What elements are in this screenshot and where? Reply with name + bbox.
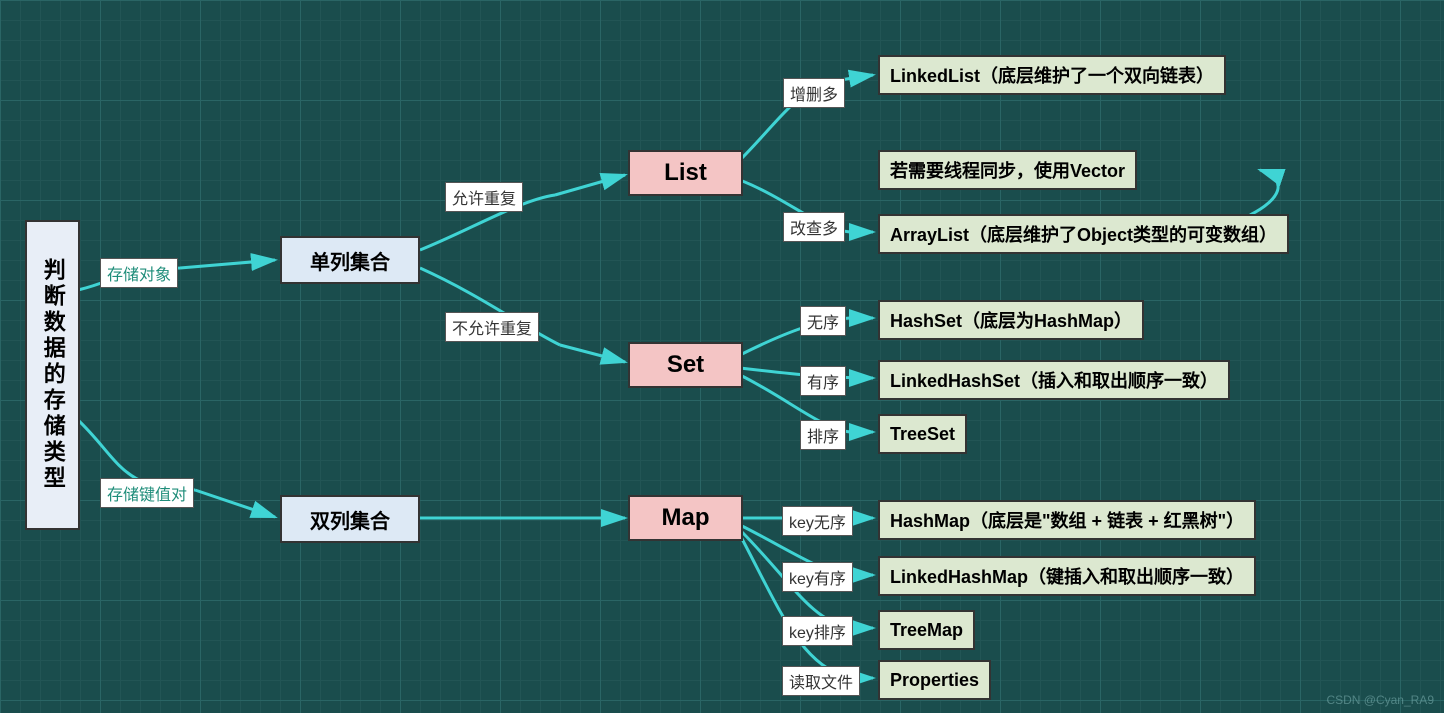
node-linkedhashset: LinkedHashSet（插入和取出顺序一致） (878, 360, 1230, 400)
node-hashset: HashSet（底层为HashMap） (878, 300, 1144, 340)
label-ordered: 有序 (800, 366, 846, 396)
label-unordered: 无序 (800, 306, 846, 336)
node-set: Set (628, 342, 743, 388)
label-more-mod-query: 改查多 (783, 212, 845, 242)
label-read-file: 读取文件 (782, 666, 860, 696)
node-double: 双列集合 (280, 495, 420, 543)
label-sorted: 排序 (800, 420, 846, 450)
node-properties: Properties (878, 660, 991, 700)
label-key-unordered: key无序 (782, 506, 853, 536)
node-linkedhashmap: LinkedHashMap（键插入和取出顺序一致） (878, 556, 1256, 596)
node-map: Map (628, 495, 743, 541)
node-arraylist: ArrayList（底层维护了Object类型的可变数组） (878, 214, 1289, 254)
node-single: 单列集合 (280, 236, 420, 284)
watermark: CSDN @Cyan_RA9 (1326, 693, 1434, 707)
node-treeset: TreeSet (878, 414, 967, 454)
node-hashmap: HashMap（底层是"数组 + 链表 + 红黑树"） (878, 500, 1256, 540)
label-store-object: 存储对象 (100, 258, 178, 288)
label-key-sorted: key排序 (782, 616, 853, 646)
node-vector: 若需要线程同步，使用Vector (878, 150, 1137, 190)
label-no-dup: 不允许重复 (445, 312, 539, 342)
node-list: List (628, 150, 743, 196)
label-key-ordered: key有序 (782, 562, 853, 592)
label-more-add-del: 增删多 (783, 78, 845, 108)
label-allow-dup: 允许重复 (445, 182, 523, 212)
node-treemap: TreeMap (878, 610, 975, 650)
label-store-kv: 存储键值对 (100, 478, 194, 508)
node-linkedlist: LinkedList（底层维护了一个双向链表） (878, 55, 1226, 95)
root-node: 判断数据的存储类型 (25, 220, 80, 530)
